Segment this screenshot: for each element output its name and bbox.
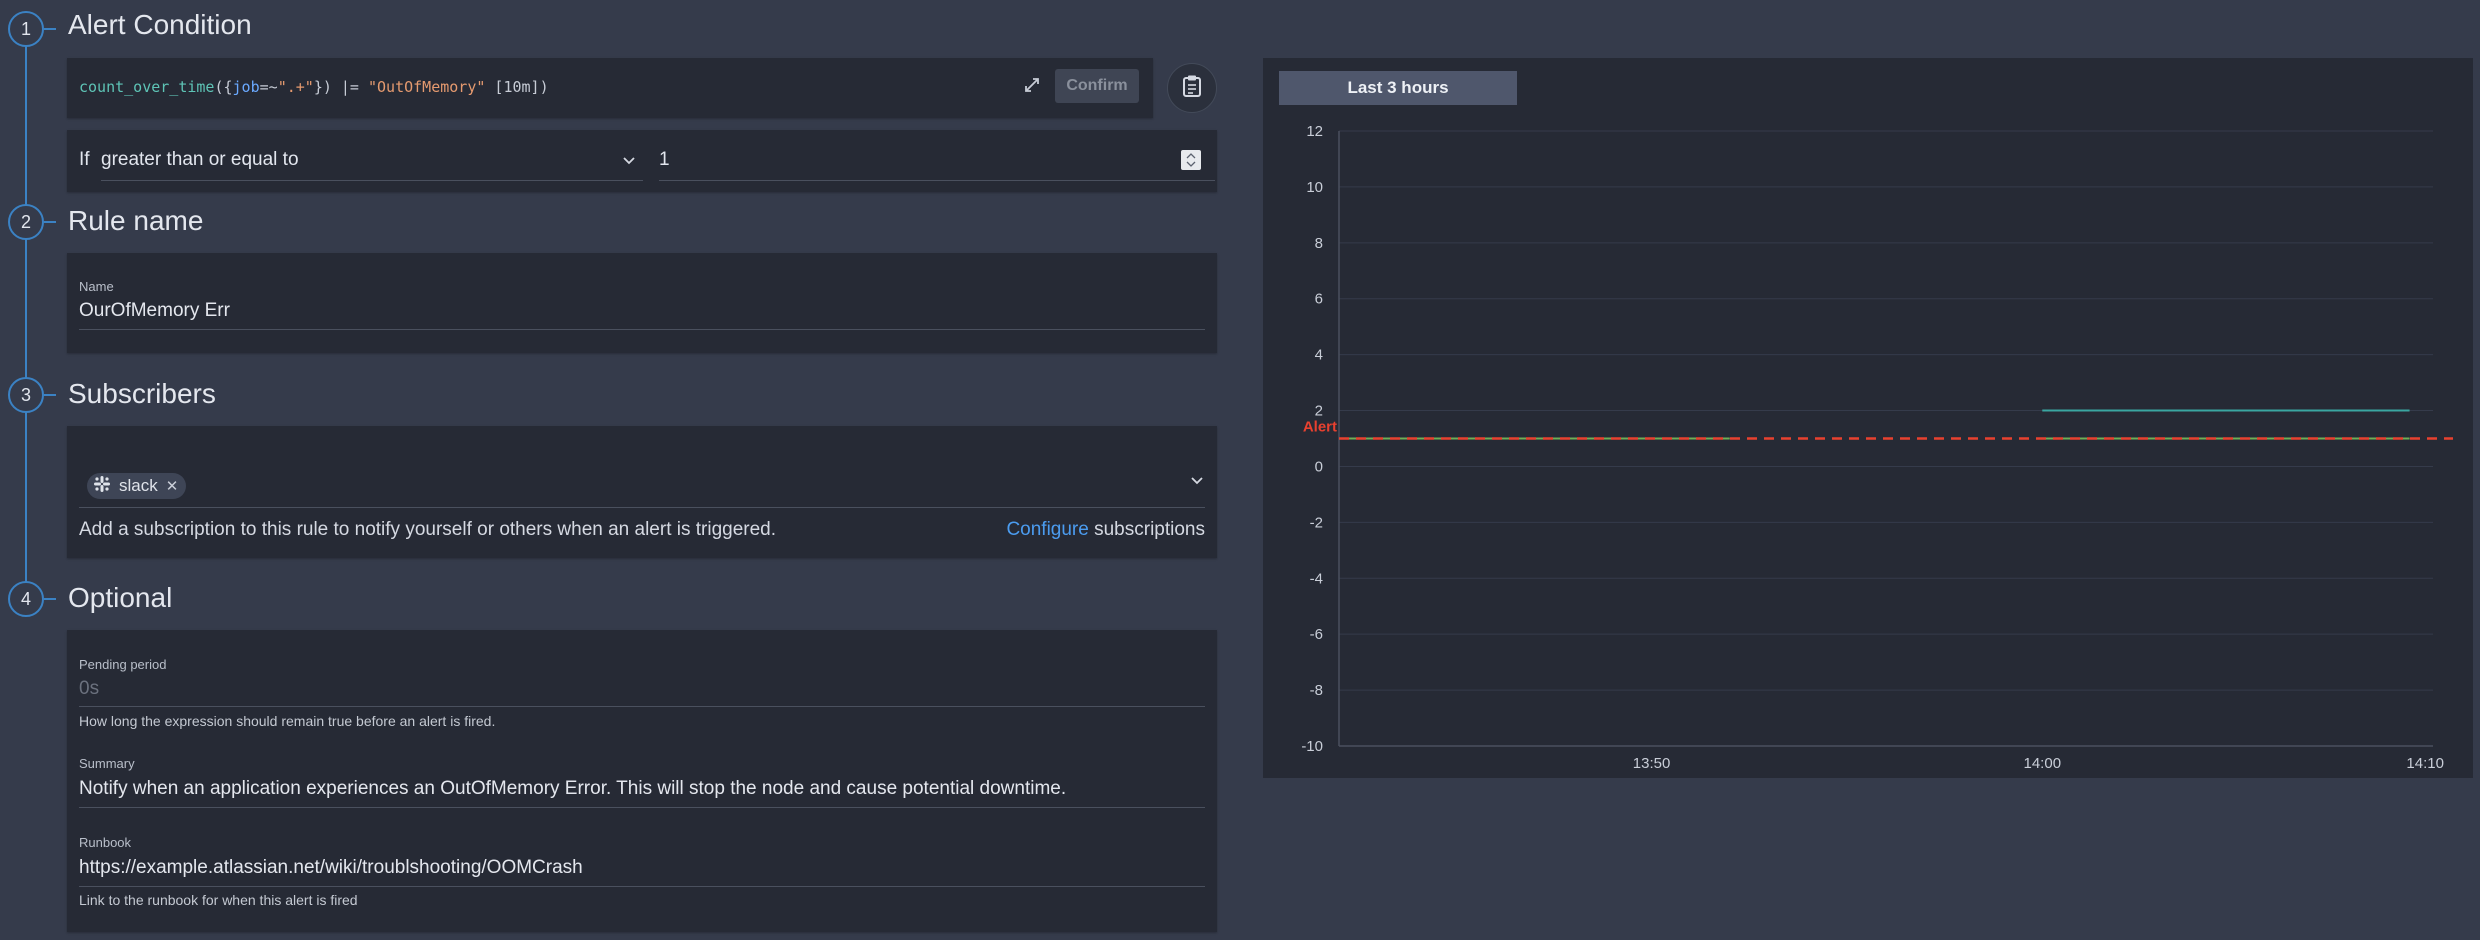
condition-row: If greater than or equal to 1	[67, 130, 1217, 192]
y-tick-label: 6	[1315, 291, 1323, 308]
if-label: If	[79, 149, 90, 170]
clipboard-button[interactable]	[1167, 63, 1217, 113]
step-3: 3	[0, 377, 56, 413]
query-editor[interactable]: count_over_time({job=~".+"}) |= "OutOfMe…	[67, 58, 1153, 118]
rule-name-panel: Name OurOfMemory Err	[67, 253, 1217, 353]
y-tick-label: 12	[1306, 123, 1323, 140]
stepper-rail	[25, 45, 27, 595]
y-tick-label: 4	[1315, 347, 1323, 364]
runbook-label: Runbook	[79, 835, 132, 850]
section-title-optional: Optional	[68, 582, 173, 613]
pending-period-underline	[79, 706, 1205, 707]
step-number: 4	[8, 581, 44, 617]
preview-chart-panel: Last 3 hours 12 10 8 6 4 2 0 -2 -4 -6 -8 -10 13:50 14…	[1263, 58, 2473, 778]
pending-period-label: Pending period	[79, 657, 167, 672]
section-title-subscribers: Subscribers	[68, 378, 216, 409]
step-1: 1	[0, 11, 56, 47]
subscriber-underline	[79, 507, 1205, 508]
step-connector	[44, 221, 56, 223]
x-tick-label: 14:10	[2406, 755, 2444, 772]
runbook-help: Link to the runbook for when this alert …	[79, 892, 358, 908]
chip-label: slack	[119, 476, 158, 495]
configure-suffix: subscriptions	[1088, 519, 1205, 540]
preview-chart: 12 10 8 6 4 2 0 -2 -4 -6 -8 -10 13:50 14:00 14:10 Alert	[1301, 123, 2453, 772]
step-4: 4	[0, 581, 56, 617]
configure-subscriptions: Configure subscriptions	[1006, 519, 1205, 541]
confirm-button[interactable]: Confirm	[1055, 69, 1139, 103]
step-number: 1	[8, 11, 44, 47]
summary-underline	[79, 807, 1205, 808]
query-open-brace: ({	[214, 78, 233, 96]
step-number: 2	[8, 204, 44, 240]
step-connector	[44, 598, 56, 600]
section-title-rule-name: Rule name	[68, 205, 204, 236]
runbook-input[interactable]: https://example.atlassian.net/wiki/troub…	[79, 857, 583, 879]
y-tick-label: -8	[1310, 682, 1323, 699]
query-label-value: ".+"	[277, 78, 314, 96]
expand-icon[interactable]	[1022, 75, 1042, 95]
step-connector	[44, 28, 56, 30]
query-range: [10m])	[485, 78, 549, 96]
query-filter-operator: |=	[331, 78, 368, 96]
optional-panel: Pending period 0s How long the expressio…	[67, 630, 1217, 932]
step-number: 3	[8, 377, 44, 413]
threshold-input[interactable]: 1	[659, 142, 1215, 181]
operator-select[interactable]: greater than or equal to	[101, 142, 643, 181]
y-tick-label: 8	[1315, 235, 1323, 252]
y-tick-label: -10	[1301, 738, 1323, 755]
stepper-spinner[interactable]	[1181, 150, 1201, 170]
alert-threshold-label: Alert	[1303, 419, 1337, 436]
query-match-operator: =~	[259, 78, 278, 96]
name-label: Name	[79, 279, 114, 294]
runbook-underline	[79, 886, 1205, 887]
section-title-alert-condition: Alert Condition	[68, 9, 252, 40]
y-tick-label: -2	[1310, 514, 1323, 531]
y-tick-label: -6	[1310, 626, 1323, 643]
subscribers-description: Add a subscription to this rule to notif…	[79, 519, 777, 540]
pending-period-input[interactable]: 0s	[79, 678, 99, 700]
configure-link[interactable]: Configure	[1006, 519, 1088, 540]
step-2: 2	[0, 204, 56, 240]
remove-chip-icon[interactable]: ✕	[166, 477, 179, 495]
x-tick-label: 14:00	[2024, 755, 2062, 772]
threshold-value: 1	[659, 149, 670, 170]
query-filter-string: "OutOfMemory"	[368, 78, 486, 96]
query-label: job	[232, 78, 260, 96]
chevron-down-icon	[621, 152, 637, 168]
summary-label: Summary	[79, 756, 135, 771]
summary-input[interactable]: Notify when an application experiences a…	[79, 778, 1066, 800]
name-underline	[79, 329, 1205, 330]
query-close-brace: })	[313, 78, 332, 96]
slack-icon	[93, 475, 111, 498]
query-function: count_over_time	[79, 78, 215, 96]
y-tick-label: -4	[1310, 570, 1323, 587]
name-input[interactable]: OurOfMemory Err	[79, 300, 230, 322]
pending-period-help: How long the expression should remain tr…	[79, 713, 496, 729]
x-tick-label: 13:50	[1633, 755, 1671, 772]
operator-value: greater than or equal to	[101, 149, 299, 170]
subscriber-chip-slack[interactable]: slack ✕	[87, 473, 187, 499]
chevron-down-icon[interactable]	[1189, 472, 1205, 488]
query-expression[interactable]: count_over_time({job=~".+"}) |= "OutOfMe…	[79, 78, 549, 96]
y-tick-label: 10	[1306, 179, 1323, 196]
step-connector	[44, 394, 56, 396]
y-tick-label: 2	[1315, 403, 1323, 420]
subscribers-panel: slack ✕ Add a subscription to this rule …	[67, 426, 1217, 558]
clipboard-icon	[1181, 74, 1203, 103]
y-tick-label: 0	[1315, 458, 1323, 475]
